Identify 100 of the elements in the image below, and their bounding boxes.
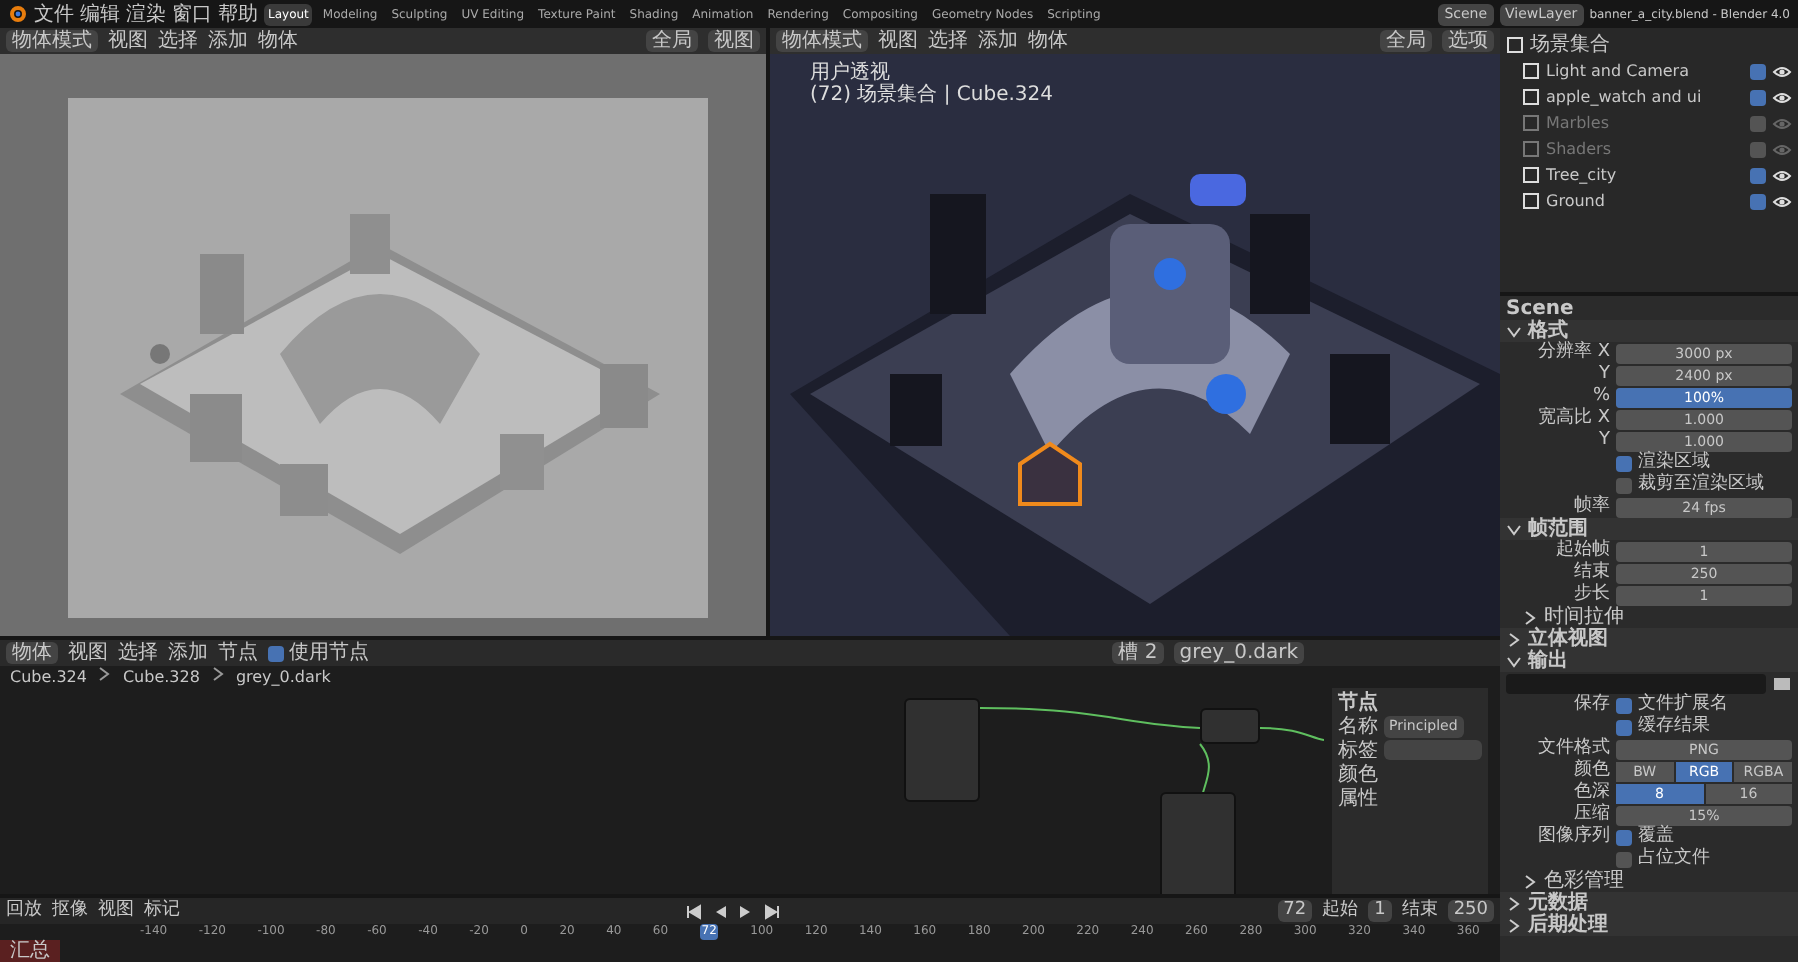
field-label: 结束 <box>1401 900 1438 922</box>
current-frame-field[interactable]: 72 <box>1277 900 1313 922</box>
header-menu[interactable]: 视图 <box>98 900 134 922</box>
view-dropdown[interactable]: 视图 <box>708 30 760 52</box>
checkbox-label: 覆盖 <box>1638 826 1674 847</box>
breadcrumb-item[interactable]: Cube.324 <box>10 666 87 688</box>
path-field[interactable] <box>1506 673 1766 693</box>
blender-logo-icon <box>8 4 28 24</box>
transform-dropdown[interactable]: 全局 <box>1380 30 1432 52</box>
skip-start-icon[interactable] <box>686 903 703 919</box>
properties-title: Scene <box>1506 298 1576 320</box>
transform-dropdown[interactable]: 全局 <box>646 30 698 52</box>
header-menu[interactable]: 节点 <box>218 642 258 664</box>
header-menu[interactable]: 物体 <box>1028 30 1068 52</box>
folder-icon[interactable] <box>1772 673 1792 693</box>
checkbox-label: 使用节点 <box>289 642 369 664</box>
field-label: 颜色 <box>1572 760 1610 781</box>
header-menu[interactable]: 物体 <box>258 30 298 52</box>
visibility-checkbox[interactable] <box>1750 89 1766 105</box>
checkbox[interactable] <box>1616 477 1632 493</box>
visibility-checkbox[interactable] <box>1750 167 1766 183</box>
slot-dropdown[interactable]: 槽 2 <box>1112 642 1164 664</box>
panel-header[interactable]: 节点 <box>1338 692 1482 714</box>
field-label: 色深 <box>1572 782 1610 803</box>
checkbox[interactable] <box>1616 455 1632 471</box>
header-menu[interactable]: 视图 <box>878 30 918 52</box>
chevron-icon <box>209 666 226 682</box>
header-menu[interactable]: 添加 <box>168 642 208 664</box>
menu-item[interactable]: 编辑 <box>80 3 120 25</box>
node-card[interactable] <box>904 698 980 802</box>
field-label: 压缩 <box>1572 804 1610 825</box>
header-menu[interactable]: 标记 <box>144 900 180 922</box>
menu-item[interactable]: 窗口 <box>172 3 212 25</box>
panel-header[interactable]: 色彩管理 <box>1544 870 1624 892</box>
header-menu[interactable]: 添加 <box>978 30 1018 52</box>
chevron-icon <box>96 666 113 682</box>
panel-header[interactable]: 输出 <box>1528 650 1568 672</box>
checkbox-label: 占位文件 <box>1638 848 1710 870</box>
skip-end-icon[interactable] <box>764 903 781 919</box>
checkbox-label: 缓存结果 <box>1638 716 1710 738</box>
header-menu[interactable]: 抠像 <box>52 900 88 922</box>
start-frame-field[interactable]: 1 <box>1368 900 1392 922</box>
field-label: 标签 <box>1338 740 1378 762</box>
outliner-item[interactable]: apple_watch and ui <box>1546 86 1744 108</box>
label-field[interactable] <box>1383 740 1482 760</box>
checkbox[interactable] <box>1616 829 1632 845</box>
outliner-item[interactable]: 场景集合 <box>1530 34 1792 56</box>
object-dropdown[interactable]: 物体 <box>6 642 58 664</box>
outliner-item[interactable]: Ground <box>1546 190 1744 212</box>
checkbox[interactable] <box>1616 851 1632 867</box>
end-frame-field[interactable]: 250 <box>1447 900 1494 922</box>
node-card[interactable] <box>1160 792 1236 894</box>
field-label: 步长 <box>1572 584 1610 606</box>
mode-dropdown[interactable]: 物体模式 <box>6 30 98 52</box>
header-menu[interactable]: 添加 <box>208 30 248 52</box>
breadcrumb-item[interactable]: grey_0.dark <box>235 666 331 688</box>
play-icon[interactable] <box>738 903 755 919</box>
slider-fill[interactable] <box>1616 387 1792 407</box>
field-label: % <box>1591 386 1610 408</box>
field-label: 保存 <box>1572 694 1610 716</box>
field-label: 起始帧 <box>1554 540 1610 561</box>
checkbox[interactable] <box>1616 697 1632 713</box>
play-reverse-icon[interactable] <box>712 903 729 919</box>
mode-dropdown[interactable]: 物体模式 <box>776 30 868 52</box>
viewport-info-text: (72) 场景集合 | Cube.324 <box>810 84 1054 106</box>
menu-item[interactable]: 文件 <box>34 3 74 25</box>
checkbox[interactable] <box>268 645 284 661</box>
field-label: 名称 <box>1338 716 1378 738</box>
panel-header[interactable]: 时间拉伸 <box>1544 606 1624 628</box>
panel-header[interactable]: 属性 <box>1338 788 1482 810</box>
summary-label: 汇总 <box>0 940 60 962</box>
visibility-checkbox[interactable] <box>1750 193 1766 209</box>
menu-item[interactable]: 帮助 <box>218 3 258 25</box>
header-menu[interactable]: 回放 <box>6 900 42 922</box>
field-label: 结束 <box>1572 562 1610 583</box>
header-menu[interactable]: 视图 <box>68 642 108 664</box>
outliner-item[interactable]: Light and Camera <box>1546 60 1744 82</box>
node-card[interactable] <box>1200 708 1260 744</box>
panel-header[interactable]: 颜色 <box>1338 764 1482 786</box>
field-label: 宽高比 X <box>1535 408 1610 430</box>
header-menu[interactable]: 选择 <box>118 642 158 664</box>
material-selector[interactable]: grey_0.dark <box>1173 642 1304 664</box>
visibility-checkbox[interactable] <box>1750 115 1766 131</box>
checkbox[interactable] <box>1616 719 1632 735</box>
checkbox-label: 渲染区域 <box>1638 452 1710 473</box>
header-menu[interactable]: 选择 <box>158 30 198 52</box>
field-label: 起始 <box>1322 900 1359 922</box>
panel-header[interactable]: 格式 <box>1528 320 1568 342</box>
visibility-checkbox[interactable] <box>1750 63 1766 79</box>
field-label: 分辨率 X <box>1535 342 1610 364</box>
outliner-item[interactable]: Tree_city <box>1546 164 1744 186</box>
breadcrumb-item[interactable]: Cube.328 <box>122 666 200 688</box>
menu-item[interactable]: 渲染 <box>126 3 166 25</box>
header-menu[interactable]: 选择 <box>928 30 968 52</box>
field-label: Y <box>1597 430 1610 452</box>
viewport-info-text: 用户透视 <box>810 62 890 84</box>
visibility-checkbox[interactable] <box>1750 141 1766 157</box>
field-label: 文件格式 <box>1536 738 1610 759</box>
view-dropdown[interactable]: 选项 <box>1442 30 1494 52</box>
header-menu[interactable]: 视图 <box>108 30 148 52</box>
